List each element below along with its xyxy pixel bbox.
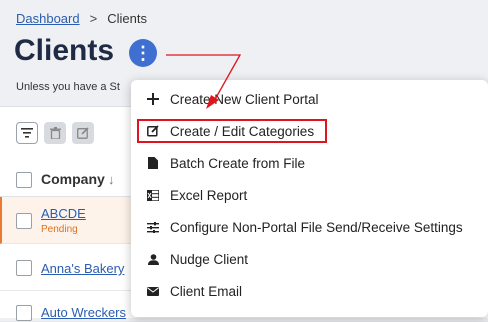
more-options-button[interactable]: ⋮ <box>129 39 157 67</box>
file-icon <box>145 157 161 169</box>
sliders-icon <box>145 221 161 233</box>
menu-item-label: Batch Create from File <box>170 155 306 171</box>
delete-button[interactable] <box>44 122 66 144</box>
menu-item-configure-settings[interactable]: Configure Non-Portal File Send/Receive S… <box>131 211 488 243</box>
client-link[interactable]: ABCDE <box>41 206 86 221</box>
client-link[interactable]: Anna's Bakery <box>41 261 124 276</box>
menu-item-label: Excel Report <box>170 187 248 203</box>
page-title: Clients <box>14 34 115 67</box>
annotation-highlight-box <box>137 119 327 143</box>
menu-item-label: Client Email <box>170 283 243 299</box>
menu-item-excel-report[interactable]: Excel Report <box>131 179 488 211</box>
select-all-checkbox[interactable] <box>16 172 32 188</box>
menu-item-label: Nudge Client <box>170 251 249 267</box>
status-badge: Pending <box>41 224 78 235</box>
menu-item-label: Configure Non-Portal File Send/Receive S… <box>170 219 463 235</box>
table-toolbar <box>16 122 94 144</box>
row-checkbox[interactable] <box>16 305 32 321</box>
page-subtitle: Unless you have a St <box>16 81 120 93</box>
more-options-menu: Create New Client Portal Create / Edit C… <box>131 80 488 317</box>
sort-arrow-icon[interactable]: ↓ <box>108 172 115 187</box>
mail-icon <box>145 286 161 296</box>
edit-button[interactable] <box>72 122 94 144</box>
excel-icon <box>145 189 161 201</box>
trash-icon <box>49 127 61 139</box>
menu-item-nudge-client[interactable]: Nudge Client <box>131 243 488 275</box>
column-header-company[interactable]: Company <box>41 171 105 187</box>
menu-item-batch-create[interactable]: Batch Create from File <box>131 147 488 179</box>
row-checkbox[interactable] <box>16 213 32 229</box>
kebab-icon: ⋮ <box>134 43 152 63</box>
filter-button[interactable] <box>16 122 38 144</box>
breadcrumb-separator: > <box>89 11 98 26</box>
breadcrumb-current: Clients <box>107 11 147 26</box>
edit-icon <box>77 127 89 139</box>
menu-item-client-email[interactable]: Client Email <box>131 275 488 307</box>
person-icon <box>145 253 161 265</box>
breadcrumb-dashboard-link[interactable]: Dashboard <box>16 11 80 26</box>
row-checkbox[interactable] <box>16 260 32 276</box>
menu-item-create-portal[interactable]: Create New Client Portal <box>131 83 488 115</box>
breadcrumb: Dashboard > Clients <box>16 11 147 26</box>
client-link[interactable]: Auto Wreckers <box>41 305 126 320</box>
plus-icon <box>145 93 161 105</box>
filter-icon <box>21 128 33 138</box>
menu-item-label: Create New Client Portal <box>170 91 319 107</box>
